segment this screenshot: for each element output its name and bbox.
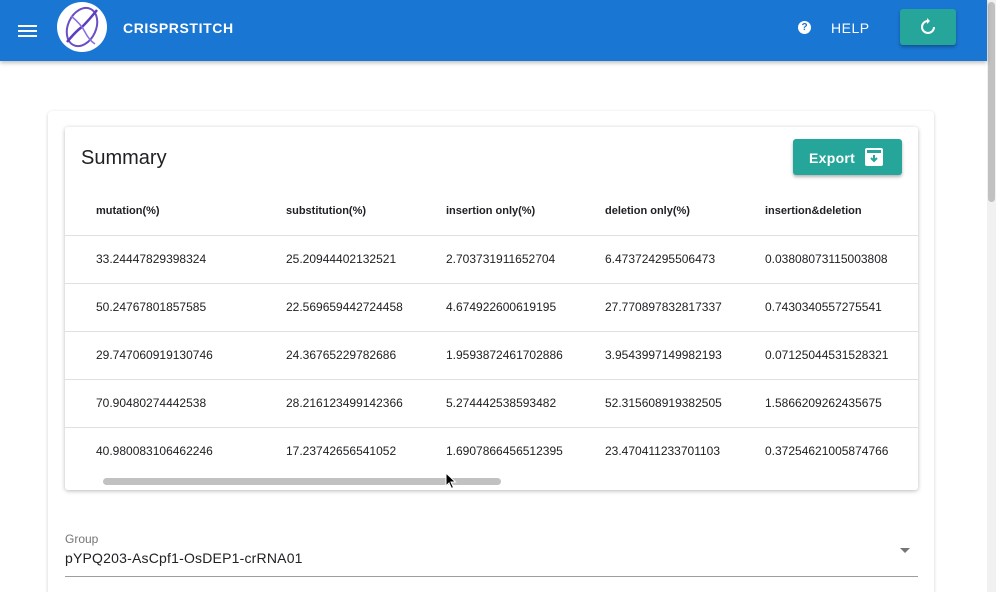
dropdown-arrow-icon[interactable] [900,548,910,553]
help-icon[interactable]: ? [798,21,811,34]
table-row: 70.90480274442538 28.216123499142366 5.2… [65,378,918,427]
group-select-underline [65,576,918,577]
summary-table: mutation(%) substitution(%) insertion on… [65,187,918,475]
refresh-icon [921,18,935,34]
mouse-cursor-icon [445,472,457,490]
menu-icon[interactable] [14,16,42,44]
table-cell: 330 [900,378,918,427]
vertical-scrollbar[interactable] [987,0,996,592]
table-cell: 162 [900,282,918,331]
table-cell: 6.473724295506473 [574,234,734,283]
table-cell: 286 [900,426,918,475]
table-cell: 5.274442538593482 [415,378,574,427]
column-header: insertion only(%) [446,204,536,217]
column-header: mu [900,187,918,235]
table-cell: 70.90480274442538 [65,378,255,427]
horizontal-scrollbar[interactable] [65,475,918,489]
table-cell: 873 [900,234,918,283]
table-cell: 17.23742656541052 [255,426,415,475]
column-header: mutation(%) [96,204,160,217]
table-cell: 52.315608919382505 [574,378,734,427]
table-row: 40.980083106462246 17.23742656541052 1.6… [65,426,918,475]
table-cell: 28.216123499142366 [255,378,415,427]
table-row: 50.24767801857585 22.569659442724458 4.6… [65,282,918,331]
table-cell: 22.569659442724458 [255,282,415,331]
export-button-label: Export [809,150,856,166]
table-cell: 0.07125044531528321 [734,330,900,379]
table-cell: 835 [900,330,918,379]
table-cell: 0.03808073115003808 [734,234,900,283]
summary-card: Summary Export mutation(%) substitution(… [65,127,918,490]
table-cell: 1.9593872461702886 [415,330,574,379]
table-cell: 29.747060919130746 [65,330,255,379]
help-button[interactable]: HELP [831,20,870,36]
table-cell: 25.20944402132521 [255,234,415,283]
group-select[interactable]: pYPQ203-AsCpf1-OsDEP1-crRNA01 [65,550,303,566]
table-cell: 3.9543997149982193 [574,330,734,379]
table-cell: 24.36765229782686 [255,330,415,379]
table-cell: 1.6907866456512395 [415,426,574,475]
column-header: substitution(%) [286,204,367,217]
app-title: CRISPRSTITCH [123,20,234,36]
table-cell: 1.5866209262435675 [734,378,900,427]
table-header-row: mutation(%) substitution(%) insertion on… [65,187,918,235]
export-button[interactable]: Export [793,139,902,175]
summary-title: Summary [81,147,167,169]
table-cell: 50.24767801857585 [65,282,255,331]
table-cell: 40.980083106462246 [65,426,255,475]
summary-table-container[interactable]: mutation(%) substitution(%) insertion on… [65,187,918,487]
refresh-button[interactable] [900,9,956,45]
group-select-label: Group [65,532,99,546]
app-logo[interactable] [57,2,107,52]
archive-download-icon [865,148,883,166]
vertical-scrollbar-thumb[interactable] [988,2,995,202]
table-cell: 2.703731911652704 [415,234,574,283]
table-cell: 0.37254621005874766 [734,426,900,475]
table-cell: 23.470411233701103 [574,426,734,475]
app-bar: CRISPRSTITCH ? HELP [0,0,987,61]
table-row: 33.24447829398324 25.20944402132521 2.70… [65,234,918,283]
table-cell: 4.674922600619195 [415,282,574,331]
table-row: 29.747060919130746 24.36765229782686 1.9… [65,330,918,379]
table-cell: 33.24447829398324 [65,234,255,283]
column-header: deletion only(%) [605,204,690,217]
horizontal-scrollbar-thumb[interactable] [103,478,501,485]
table-cell: 0.7430340557275541 [734,282,900,331]
table-cell: 27.770897832817337 [574,282,734,331]
column-header: insertion&deletion [765,204,862,217]
